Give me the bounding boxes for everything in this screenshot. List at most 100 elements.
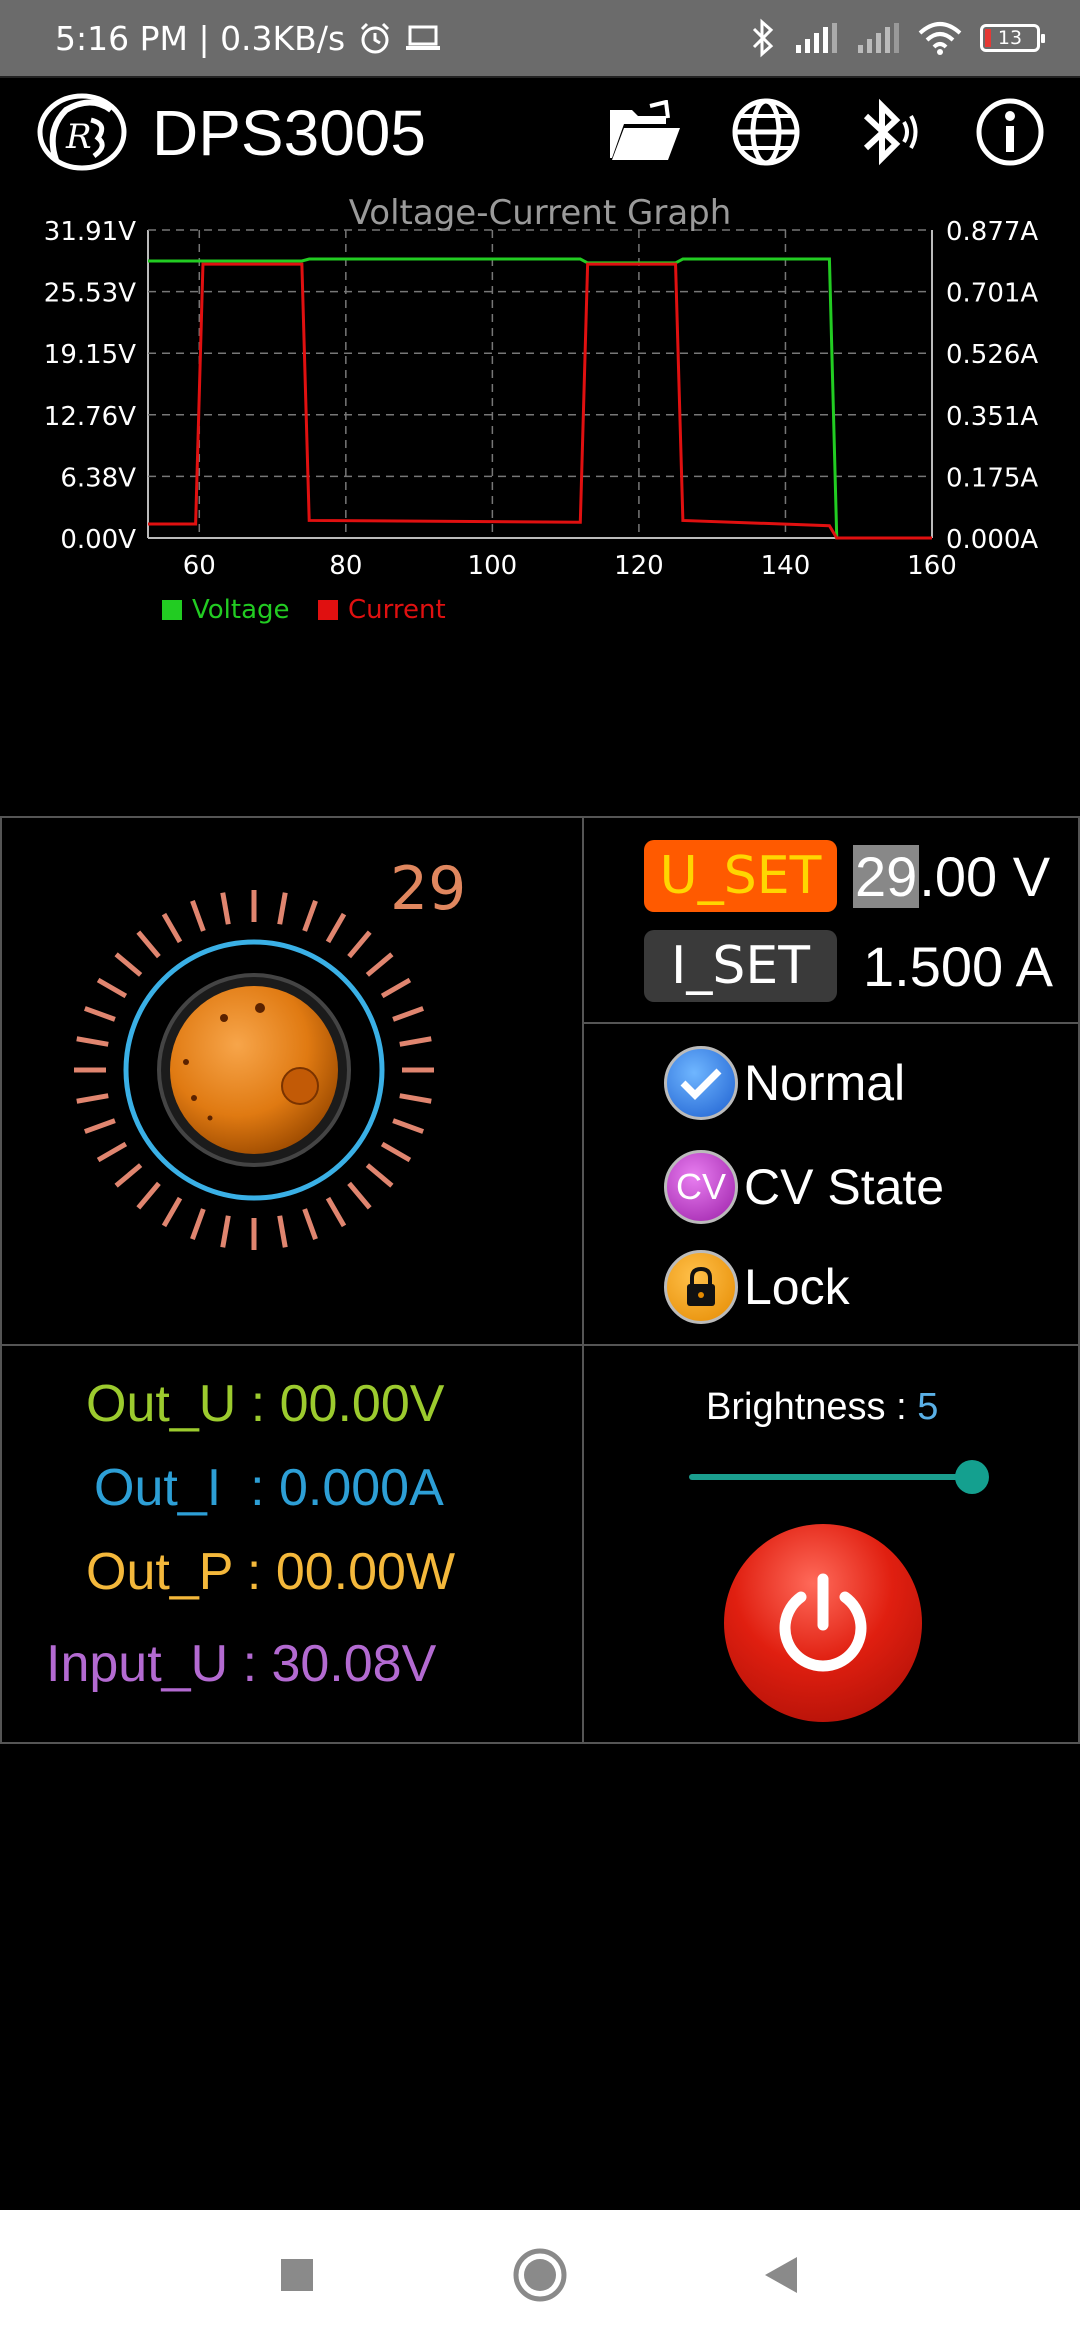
voltage-knob[interactable]: [2, 818, 586, 1348]
legend-swatch-current: [318, 600, 338, 620]
dial-tick: [114, 1163, 143, 1188]
dial-tick: [380, 977, 412, 999]
dial-tick: [399, 1093, 432, 1104]
dial-tick: [136, 1181, 161, 1210]
dial-tick: [136, 930, 161, 959]
right-tick-label: 0.351A: [946, 402, 1038, 432]
dial-tick: [347, 1181, 372, 1210]
chart-canvas: Voltage-Current Graph 31.91V 0.877A 25.53V…: [44, 193, 1039, 625]
bluetooth-icon: [863, 98, 918, 166]
u-set-row: U_SET 29.00 V: [644, 840, 1050, 912]
dial-tick: [277, 1215, 288, 1248]
app-bar: R DPS3005: [0, 76, 1080, 184]
cv-state: CV CV State: [664, 1150, 944, 1224]
dial-tick: [76, 1093, 109, 1104]
recents-button[interactable]: [262, 2240, 332, 2310]
back-button[interactable]: [746, 2240, 816, 2310]
dial-tick: [277, 892, 288, 925]
status-right: 13: [750, 0, 1045, 76]
dial-tick: [190, 1208, 206, 1240]
i-set-value[interactable]: 1.500 A: [863, 934, 1053, 999]
dial-tick: [325, 912, 347, 944]
chart-title: Voltage-Current Graph: [349, 193, 732, 233]
brightness-value: 5: [917, 1386, 939, 1428]
brightness-slider-thumb[interactable]: [955, 1460, 989, 1494]
wifi-icon: [918, 22, 962, 55]
series-line-current: [148, 262, 932, 540]
u-set-button[interactable]: U_SET: [644, 840, 837, 912]
out-i-reading: Out_I : 0.000A: [94, 1459, 444, 1517]
dial-tick: [84, 1006, 116, 1022]
brightness-label-text: Brightness :: [706, 1386, 918, 1428]
brightness-power-panel: Brightness : 5: [582, 1344, 1080, 1744]
info-icon: [976, 98, 1044, 166]
signal-2-icon: [858, 23, 899, 53]
cv-label: CV State: [744, 1159, 945, 1215]
left-tick-label: 0.00V: [60, 525, 136, 555]
brightness-slider-track[interactable]: [689, 1474, 969, 1480]
right-tick-label: 0.526A: [946, 340, 1038, 370]
dial-tick: [325, 1196, 347, 1228]
dial-tick: [96, 1141, 128, 1163]
dial-tick: [84, 1118, 116, 1134]
left-tick-label: 6.38V: [60, 463, 136, 493]
x-tick-label: 140: [761, 551, 811, 581]
left-tick-label: 19.15V: [44, 340, 136, 370]
x-tick-label: 60: [183, 551, 216, 581]
knob-grip: [281, 1067, 319, 1105]
folder-open-icon: [610, 100, 680, 160]
app-title: DPS3005: [152, 97, 426, 169]
input-u-reading: Input_U : 30.08V: [46, 1635, 437, 1693]
x-tick-label: 160: [907, 551, 957, 581]
battery-level: 13: [997, 27, 1023, 49]
right-tick-label: 0.701A: [946, 279, 1038, 309]
u-set-rest: .00 V: [919, 844, 1051, 908]
legend-label-voltage: Voltage: [192, 595, 290, 625]
laptop-icon: [406, 25, 441, 50]
right-tick-label: 0.000A: [946, 525, 1038, 555]
setpoint-panel: U_SET 29.00 V I_SET 1.500 A: [582, 816, 1080, 1024]
svg-text:R: R: [65, 117, 92, 157]
voltage-current-chart: Voltage-Current Graph 31.91V 0.877A 25.53V…: [0, 184, 1080, 816]
lock-label: Lock: [744, 1259, 850, 1315]
left-tick-label: 25.53V: [44, 279, 136, 309]
dial-tick: [161, 1196, 183, 1228]
dial-tick: [392, 1006, 424, 1022]
power-button[interactable]: [724, 1524, 922, 1722]
dial-tick: [114, 952, 143, 977]
dial-tick: [365, 1163, 394, 1188]
dial-tick: [392, 1118, 424, 1134]
open-folder-button[interactable]: [604, 92, 684, 172]
state-panel: Normal CV CV State Lock: [582, 1022, 1080, 1346]
dial-tick: [220, 1215, 231, 1248]
status-left: 5:16 PM | 0.3KB/s: [55, 0, 441, 76]
dial-tick: [365, 952, 394, 977]
circle-icon: [513, 2248, 567, 2302]
out-p-reading: Out_P : 00.00W: [86, 1543, 456, 1601]
brightness-label: Brightness : 5: [706, 1386, 938, 1429]
network-button[interactable]: [726, 92, 806, 172]
normal-state: Normal: [664, 1046, 905, 1120]
square-icon: [281, 2259, 313, 2291]
dial-tick: [302, 900, 318, 932]
output-readings-panel: Out_U : 00.00V Out_I : 0.000A Out_P : 00…: [0, 1344, 584, 1744]
status-bar: 5:16 PM | 0.3KB/s 13: [0, 0, 1080, 76]
power-icon: [779, 1573, 867, 1672]
cv-icon: CV: [664, 1150, 738, 1224]
x-tick-label: 100: [468, 551, 518, 581]
cv-icon-text: CV: [675, 1166, 726, 1207]
series-line-voltage: [148, 257, 932, 540]
dial-tick: [380, 1141, 412, 1163]
i-set-button[interactable]: I_SET: [644, 930, 837, 1002]
bluetooth-button[interactable]: [848, 92, 928, 172]
lock-state[interactable]: Lock: [664, 1250, 850, 1324]
check-icon: [664, 1046, 738, 1120]
info-button[interactable]: [970, 92, 1050, 172]
dial-tick: [76, 1036, 109, 1047]
navigation-bar: [0, 2210, 1080, 2340]
home-button[interactable]: [505, 2240, 575, 2310]
normal-label: Normal: [744, 1055, 906, 1111]
bluetooth-status-icon: [752, 18, 774, 58]
u-set-value[interactable]: 29.00 V: [853, 844, 1050, 909]
out-u-reading: Out_U : 00.00V: [86, 1375, 445, 1433]
